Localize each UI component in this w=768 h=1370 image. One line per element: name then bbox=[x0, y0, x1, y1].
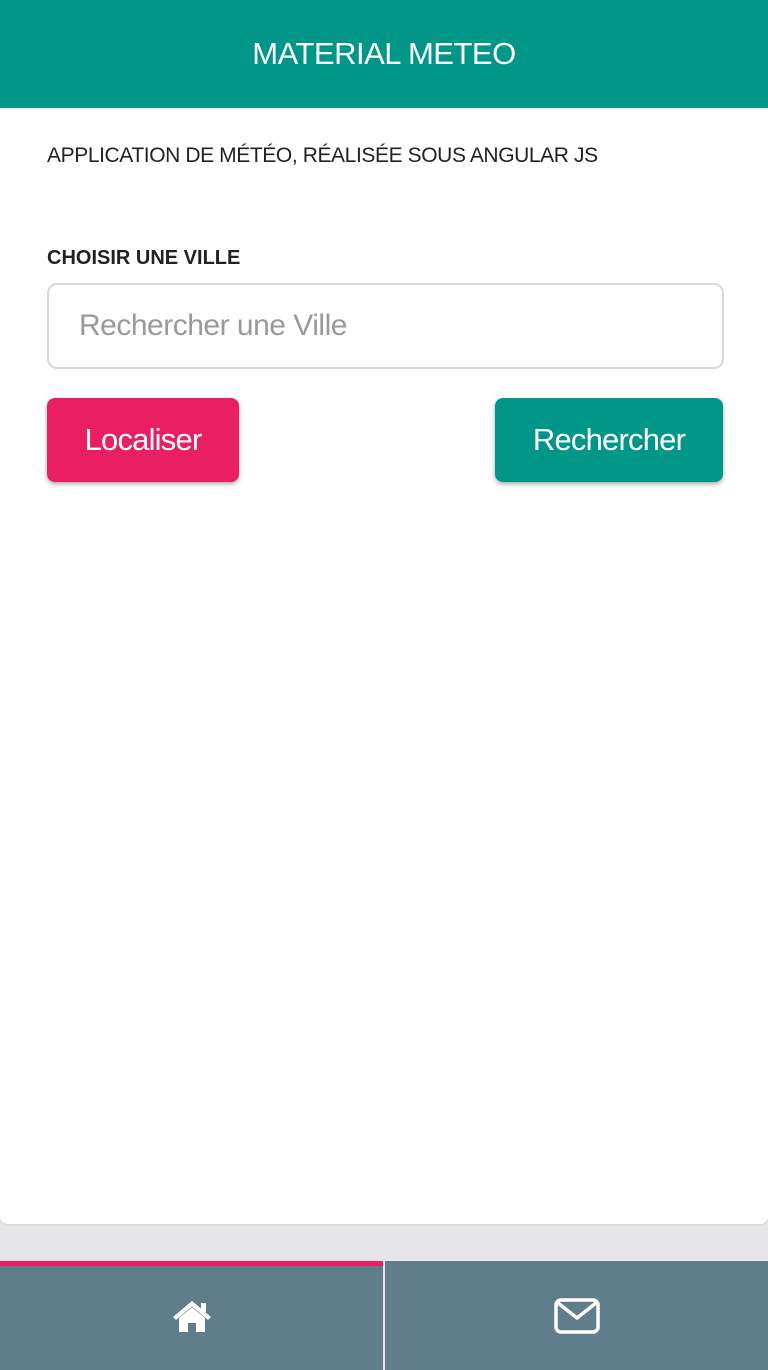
app-header: MATERIAL METEO bbox=[0, 0, 768, 108]
app: MATERIAL METEO APPLICATION DE MÉTÉO, RÉA… bbox=[0, 0, 768, 1370]
app-title: MATERIAL METEO bbox=[252, 36, 516, 71]
city-search-input[interactable] bbox=[47, 283, 724, 369]
city-field-label: CHOISIR UNE VILLE bbox=[47, 247, 241, 269]
nav-item-contact[interactable] bbox=[385, 1261, 768, 1370]
nav-item-home[interactable] bbox=[0, 1261, 383, 1370]
bottom-nav bbox=[0, 1261, 768, 1370]
envelope-icon bbox=[553, 1297, 600, 1334]
main-card: APPLICATION DE MÉTÉO, RÉALISÉE SOUS ANGU… bbox=[0, 108, 768, 1224]
localiser-button[interactable]: Localiser bbox=[47, 398, 239, 482]
app-subtitle: APPLICATION DE MÉTÉO, RÉALISÉE SOUS ANGU… bbox=[47, 144, 598, 167]
home-icon bbox=[172, 1298, 212, 1334]
rechercher-button[interactable]: Rechercher bbox=[495, 398, 723, 482]
